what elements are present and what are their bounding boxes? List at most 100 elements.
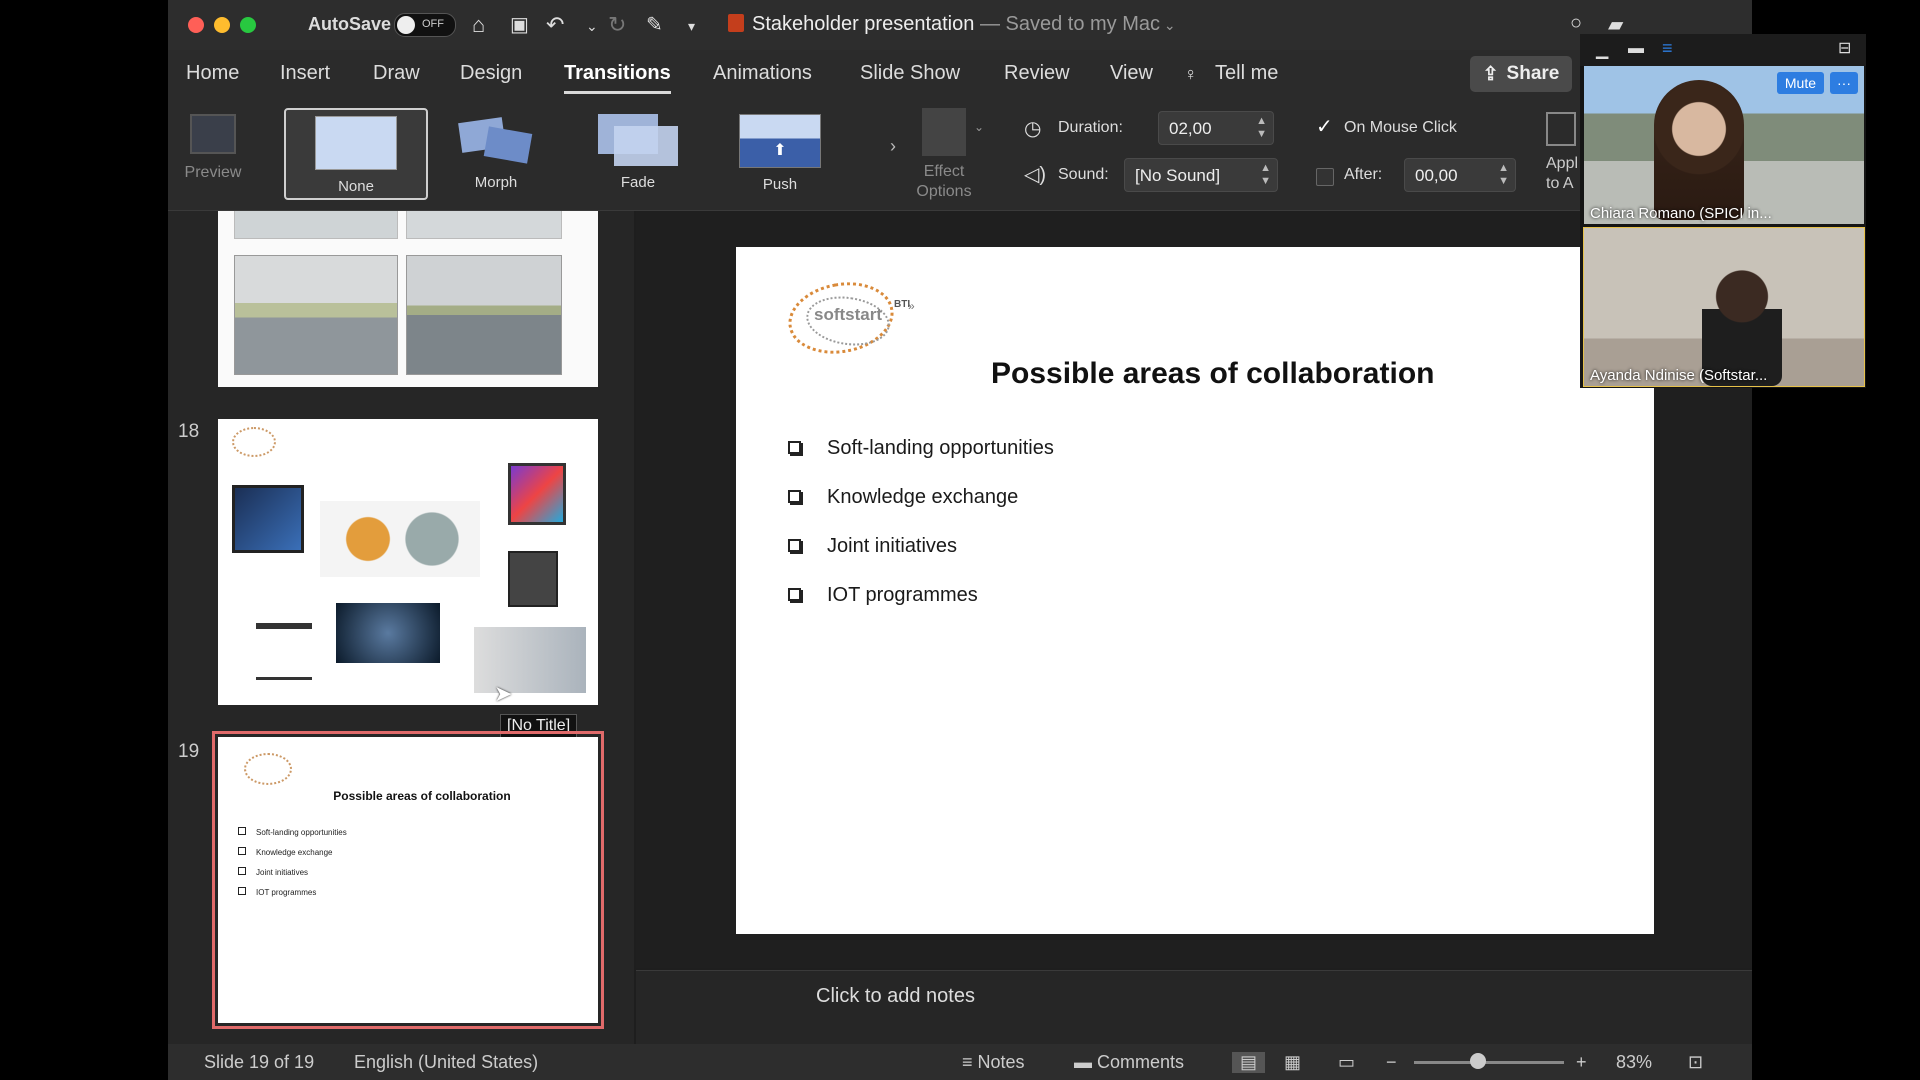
exit-fullscreen-icon[interactable]: ⊟ [1838, 38, 1851, 58]
notes-label: Notes [977, 1052, 1025, 1072]
zoom-slider-handle[interactable] [1470, 1053, 1486, 1069]
speaker-icon: ◁) [1024, 164, 1047, 186]
preview-label: Preview [184, 164, 242, 181]
after-stepper[interactable]: ▲ ▼ [1498, 162, 1509, 188]
title-bar: AutoSave OFF ⌂ ▣ ↶ ⌄ ↻ ✎ ▾ Stakeholder p… [168, 0, 1752, 50]
transition-label: None [338, 178, 374, 195]
save-icon[interactable]: ▣ [510, 12, 529, 37]
tab-transitions[interactable]: Transitions [564, 62, 671, 94]
preview-button[interactable]: Preview [182, 114, 244, 182]
title-chevron-down-icon: ⌄ [1160, 17, 1176, 33]
quick-access-dropdown-icon[interactable]: ▾ [688, 18, 695, 35]
doc-name: Stakeholder presentation [752, 13, 975, 35]
sound-label: Sound: [1058, 166, 1109, 183]
toggle-knob [397, 16, 415, 34]
video-tile-participant-1[interactable]: Mute ··· Chiara Romano (SPICI in... [1584, 66, 1864, 224]
tab-home[interactable]: Home [186, 62, 239, 85]
zoom-in-icon[interactable]: + [1576, 1052, 1587, 1073]
thumb-logo [232, 427, 276, 457]
slide-sorter-icon[interactable]: ▦ [1284, 1052, 1301, 1073]
slide-thumbnail-17[interactable] [218, 211, 598, 387]
slide-thumbnail-19[interactable]: Possible areas of collaboration Soft-lan… [212, 731, 604, 1029]
comments-button[interactable]: ▬ Comments [1074, 1052, 1184, 1073]
transition-push[interactable]: ⬆ Push [710, 108, 850, 196]
bullet-text: Joint initiatives [827, 535, 958, 557]
on-mouse-click-checkbox[interactable]: ✓ [1316, 114, 1333, 139]
gallery-view-icon[interactable]: ≡ [1662, 38, 1673, 59]
powerpoint-icon [728, 14, 744, 32]
list-item: IOT programmes [788, 584, 1054, 633]
tab-design[interactable]: Design [460, 62, 522, 85]
autosave-toggle[interactable]: OFF [394, 13, 456, 37]
apply-label-2: to A [1546, 175, 1574, 192]
effect-label-1: Effect [923, 163, 965, 180]
customize-icon[interactable]: ✎ [646, 12, 663, 37]
language[interactable]: English (United States) [354, 1052, 538, 1073]
apply-label-1: Appl [1546, 155, 1579, 172]
slide-thumbnail-18[interactable] [218, 419, 598, 705]
thumb-bullets: Soft-landing opportunities Knowledge exc… [238, 823, 347, 903]
tab-insert[interactable]: Insert [280, 62, 330, 85]
share-button[interactable]: ⇪ Share [1470, 56, 1572, 92]
bullet-list[interactable]: Soft-landing opportunities Knowledge exc… [788, 437, 1054, 633]
zoom-level[interactable]: 83% [1616, 1052, 1652, 1073]
slide-number-19: 19 [178, 741, 200, 762]
search-icon[interactable]: ○ [1570, 12, 1582, 35]
notes-pane[interactable]: Click to add notes [636, 970, 1752, 1045]
slide-thumbnail-panel[interactable]: 18 [No Title] 19 Possible areas of colla… [168, 211, 634, 1044]
effect-chevron-down-icon[interactable]: ⌄ [974, 120, 984, 134]
more-options-button[interactable]: ··· [1830, 72, 1858, 94]
presenter-view-icon[interactable]: ▭ [1338, 1052, 1355, 1073]
home-icon[interactable]: ⌂ [472, 12, 485, 38]
after-value: 00,00 [1415, 166, 1458, 185]
mute-button[interactable]: Mute [1776, 72, 1824, 94]
after-checkbox[interactable] [1316, 168, 1334, 186]
close-window-button[interactable] [188, 17, 204, 33]
tab-review[interactable]: Review [1004, 62, 1070, 85]
effect-options-icon [922, 108, 966, 156]
transition-morph[interactable]: Morph [426, 108, 566, 196]
current-slide[interactable]: softstart BTI » Possible areas of collab… [736, 247, 1654, 934]
slide-count: Slide 19 of 19 [204, 1052, 315, 1072]
tab-draw[interactable]: Draw [373, 62, 420, 85]
tab-view[interactable]: View [1110, 62, 1153, 85]
sound-stepper[interactable]: ▲ ▼ [1260, 162, 1271, 188]
effect-label-2: Options [916, 183, 972, 200]
notes-icon: ≡ [962, 1052, 978, 1072]
sound-select[interactable]: [No Sound] ▲ ▼ [1124, 158, 1278, 192]
undo-dropdown-icon[interactable]: ⌄ [586, 18, 598, 35]
clock-icon: ◷ [1024, 118, 1042, 140]
redo-icon[interactable]: ↻ [608, 12, 626, 38]
participant-2-name: Ayanda Ndinise (Softstar... [1590, 367, 1768, 384]
lightbulb-icon: ♀ [1184, 64, 1198, 84]
minimize-window-button[interactable] [214, 17, 230, 33]
transition-none[interactable]: None [284, 108, 428, 200]
list-item: Joint initiatives [788, 535, 1054, 584]
tab-slide-show[interactable]: Slide Show [860, 62, 960, 85]
fit-to-window-icon[interactable]: ⊡ [1688, 1052, 1703, 1073]
none-thumb [315, 116, 397, 170]
mouse-cursor-icon: ➤ [494, 681, 513, 706]
checkbox-bullet-icon [788, 441, 801, 454]
normal-view-icon[interactable]: ▤ [1232, 1052, 1266, 1073]
tab-tell-me[interactable]: Tell me [1215, 62, 1278, 85]
duration-input[interactable]: 02,00 ▲ ▼ [1158, 111, 1274, 145]
undo-icon[interactable]: ↶ [546, 12, 564, 38]
effect-options-button[interactable]: Effect Options [904, 108, 984, 202]
zoom-slider-track[interactable] [1414, 1061, 1564, 1064]
zoom-out-icon[interactable]: − [1386, 1052, 1397, 1073]
document-title[interactable]: Stakeholder presentation — Saved to my M… [728, 13, 1176, 36]
zoom-window-button[interactable] [240, 17, 256, 33]
tab-animations[interactable]: Animations [713, 62, 812, 85]
transition-fade[interactable]: Fade [568, 108, 708, 196]
minimize-icon[interactable]: ▁ [1596, 40, 1608, 60]
duration-stepper[interactable]: ▲ ▼ [1256, 115, 1267, 141]
preview-icon [190, 114, 236, 154]
video-tile-participant-2[interactable]: Ayanda Ndinise (Softstar... [1583, 227, 1865, 387]
notes-button[interactable]: ≡ Notes [962, 1052, 1025, 1073]
thumb-image-plotter [256, 623, 312, 680]
speaker-view-icon[interactable]: ▬ [1628, 40, 1644, 58]
gallery-more-icon[interactable]: › [890, 136, 896, 157]
slide-title[interactable]: Possible areas of collaboration [991, 357, 1434, 391]
after-input[interactable]: 00,00 ▲ ▼ [1404, 158, 1516, 192]
